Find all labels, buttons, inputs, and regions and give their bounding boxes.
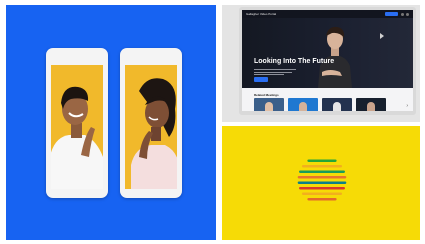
video-thumbnail[interactable] (356, 98, 386, 111)
logo-stripe (307, 159, 337, 162)
laptop-frame: Gallagher Video Portal Looking Into The … (239, 7, 416, 115)
watch-now-button[interactable] (254, 77, 268, 82)
logo-stripe (297, 181, 347, 184)
logo-stripe (301, 192, 343, 195)
user-icon[interactable] (401, 12, 404, 16)
play-icon[interactable] (380, 33, 384, 39)
sign-in-button[interactable] (385, 12, 398, 16)
phone-mockup-right (120, 48, 182, 198)
video-thumbnail[interactable] (254, 98, 284, 111)
logo-stripe (299, 187, 345, 190)
phone-screen-right (125, 65, 177, 189)
hero-banner: Looking Into The Future (242, 18, 413, 88)
video-thumbnail[interactable] (322, 98, 352, 111)
logo-stripe (307, 198, 337, 201)
next-arrow-icon[interactable]: › (406, 104, 408, 109)
presenter-photo (318, 26, 352, 88)
app-brand-name: Gallagher Video Portal (246, 12, 277, 16)
content-area: Related Meetings › (242, 88, 413, 111)
man-portrait-illustration (51, 86, 103, 189)
video-thumbnail-row (254, 98, 386, 111)
dating-app-image-tile[interactable] (6, 5, 216, 240)
menu-icon[interactable] (406, 12, 409, 16)
phone-mockup-left (46, 48, 108, 198)
laptop-screen: Gallagher Video Portal Looking Into The … (242, 10, 413, 111)
topbar-icons (401, 12, 409, 16)
hero-title: Looking Into The Future (254, 58, 335, 65)
striped-logo-tile[interactable] (222, 126, 420, 240)
app-top-bar: Gallagher Video Portal (242, 10, 413, 18)
hero-description (254, 69, 296, 77)
logo-stripe (299, 170, 345, 173)
striped-circle-logo-icon (297, 159, 347, 201)
video-portal-laptop-tile[interactable]: Gallagher Video Portal Looking Into The … (222, 5, 420, 122)
logo-stripe (301, 165, 343, 168)
related-section-title: Related Meetings (254, 93, 279, 97)
logo-stripe (297, 176, 347, 179)
phone-screen-left (51, 65, 103, 189)
woman-portrait-illustration (131, 78, 177, 189)
video-thumbnail[interactable] (288, 98, 318, 111)
